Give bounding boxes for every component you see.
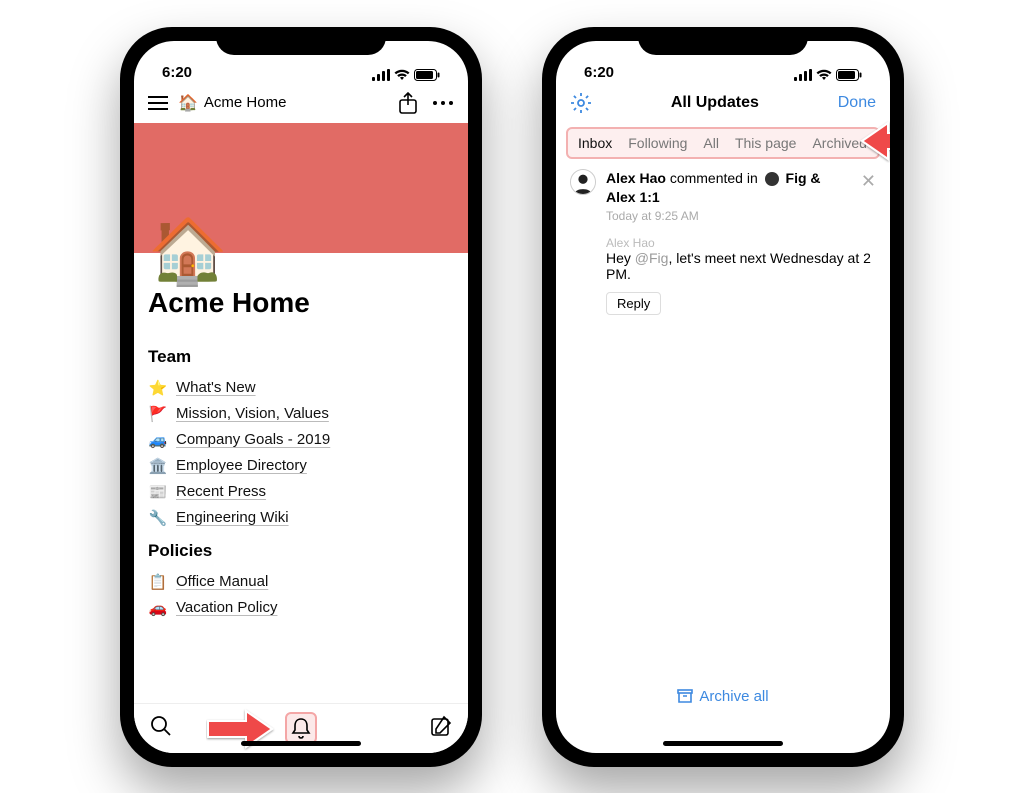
page-link[interactable]: 🔧 Engineering Wiki [148, 505, 454, 531]
page-link-label: Mission, Vision, Values [176, 405, 329, 422]
status-icons [794, 69, 862, 81]
breadcrumb-label: Acme Home [204, 94, 287, 111]
page-link-icon: 🔧 [148, 509, 168, 527]
tab-inbox[interactable]: Inbox [570, 133, 620, 153]
page-link-label: Employee Directory [176, 457, 307, 474]
tab-this-page[interactable]: This page [727, 133, 804, 153]
wifi-icon [394, 69, 410, 81]
notch [216, 27, 386, 55]
page-link-label: What's New [176, 379, 256, 396]
menu-button[interactable] [148, 96, 168, 110]
comment-author: Alex Hao [606, 236, 876, 250]
archive-all-button[interactable]: Archive all [556, 688, 890, 705]
phone-left: 6:20 🏠 Acme Home 🏠 [120, 27, 482, 767]
page-link-icon: ⭐ [148, 379, 168, 397]
notch [638, 27, 808, 55]
updates-title: All Updates [671, 94, 759, 112]
page-link[interactable]: ⭐ What's New [148, 375, 454, 401]
updates-tabs: Inbox Following All This page Archived [566, 127, 880, 159]
page-header: 🏠 Acme Home [134, 83, 468, 123]
page-link[interactable]: 🚙 Company Goals - 2019 [148, 427, 454, 453]
battery-icon [414, 69, 440, 81]
mention[interactable]: @Fig [635, 250, 669, 266]
page-link-icon: 🚩 [148, 405, 168, 423]
tab-all[interactable]: All [695, 133, 727, 153]
reply-button[interactable]: Reply [606, 292, 661, 315]
archive-icon [677, 689, 693, 703]
update-item[interactable]: Alex Hao commented in Fig & Alex 1:1 Tod… [556, 169, 890, 316]
page-link[interactable]: 🏛️ Employee Directory [148, 453, 454, 479]
signal-icon [794, 69, 812, 81]
page-link-label: Engineering Wiki [176, 509, 289, 526]
wifi-icon [816, 69, 832, 81]
page-link[interactable]: 🚗 Vacation Policy [148, 595, 454, 621]
share-button[interactable] [398, 92, 418, 114]
page-title: Acme Home [148, 287, 454, 319]
section-title: Team [148, 347, 454, 367]
update-timestamp: Today at 9:25 AM [606, 208, 851, 225]
page-link[interactable]: 📋 Office Manual [148, 569, 454, 595]
home-indicator[interactable] [663, 741, 783, 746]
update-author: Alex Hao [606, 170, 666, 186]
page-content: Acme Home Team ⭐ What's New 🚩 Mission, Vis… [134, 253, 468, 703]
compose-button[interactable] [430, 715, 452, 742]
avatar [570, 169, 596, 195]
bell-icon [291, 717, 311, 739]
page-link-icon: 🏛️ [148, 457, 168, 475]
page-link-icon: 🚗 [148, 599, 168, 617]
section-title: Policies [148, 541, 454, 561]
search-button[interactable] [150, 715, 172, 742]
breadcrumb-icon: 🏠 [178, 93, 198, 113]
comment-text: Hey @Fig, let's meet next Wednesday at 2… [606, 250, 876, 282]
status-time: 6:20 [162, 64, 192, 81]
page-link-icon: 📰 [148, 483, 168, 501]
page-link-label: Recent Press [176, 483, 266, 500]
signal-icon [372, 69, 390, 81]
update-action: commented in [670, 170, 758, 186]
page-link[interactable]: 📰 Recent Press [148, 479, 454, 505]
page-icon[interactable]: 🏠 [148, 219, 228, 283]
page-link[interactable]: 🚩 Mission, Vision, Values [148, 401, 454, 427]
tab-archived[interactable]: Archived [804, 133, 874, 153]
done-button[interactable]: Done [838, 94, 876, 112]
page-link-icon: 📋 [148, 573, 168, 591]
tab-following[interactable]: Following [620, 133, 695, 153]
page-ref-icon [765, 172, 779, 186]
page-link-label: Company Goals - 2019 [176, 431, 330, 448]
home-indicator[interactable] [241, 741, 361, 746]
page-link-icon: 🚙 [148, 431, 168, 449]
updates-header: All Updates Done [556, 83, 890, 123]
phone-right: 6:20 All Updates Done Inbox Following Al… [542, 27, 904, 767]
page-link-label: Vacation Policy [176, 599, 277, 616]
status-time: 6:20 [584, 64, 614, 81]
battery-icon [836, 69, 862, 81]
more-button[interactable] [432, 100, 454, 106]
page-link-label: Office Manual [176, 573, 268, 590]
settings-button[interactable] [570, 92, 592, 114]
dismiss-button[interactable]: ✕ [861, 169, 876, 192]
page-cover: 🏠 [134, 123, 468, 253]
breadcrumb[interactable]: 🏠 Acme Home [178, 93, 388, 113]
updates-button[interactable] [285, 712, 317, 744]
status-icons [372, 69, 440, 81]
